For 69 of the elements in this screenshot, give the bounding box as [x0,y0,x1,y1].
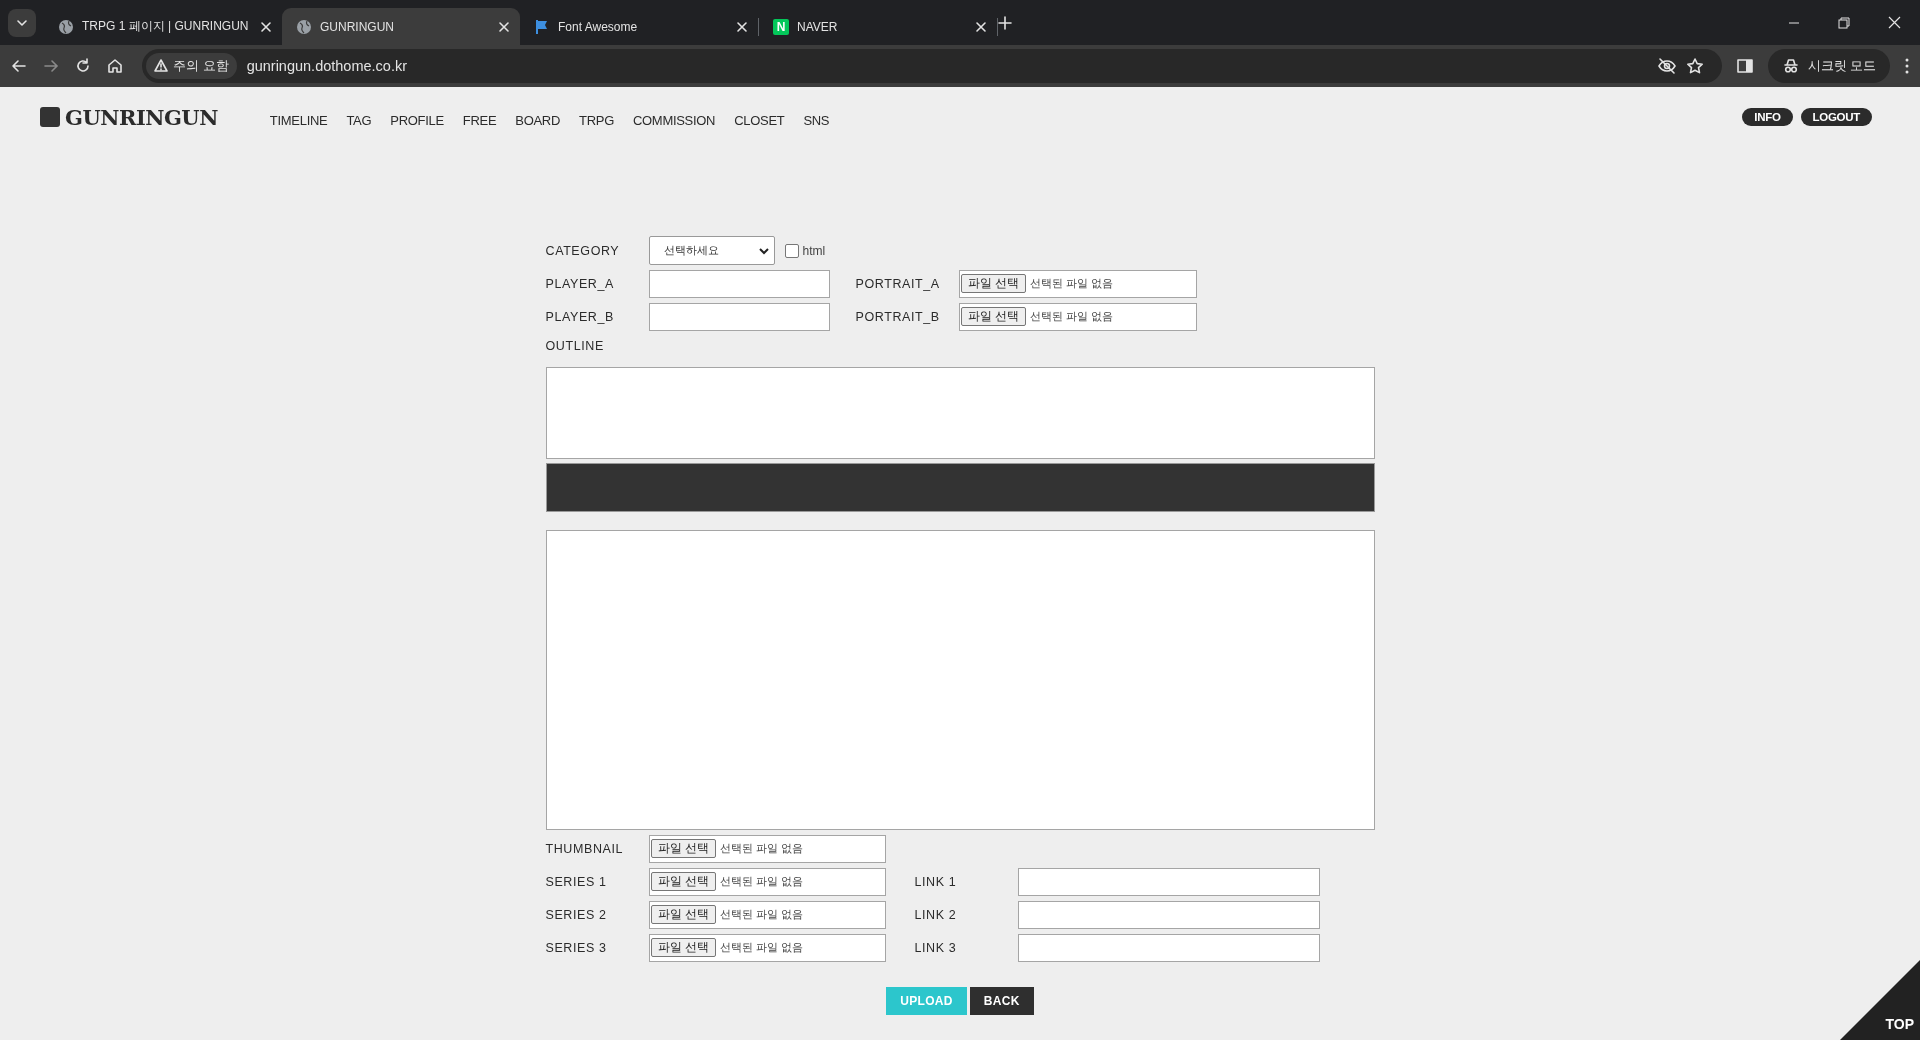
home-icon[interactable] [106,57,124,75]
link-field[interactable] [1017,933,1320,962]
site-logo[interactable]: GUNRINGUN [65,104,218,130]
menu-icon[interactable] [1904,57,1910,75]
address-field[interactable]: gunringun.dothome.co.kr [246,58,1648,74]
nav-link[interactable]: TIMELINE [269,112,328,128]
reload-icon[interactable] [74,57,92,75]
text-field[interactable] [648,269,830,298]
header-button[interactable]: INFO [1742,108,1793,126]
field-label: PLAYER_A [545,276,615,291]
field-label: SERIES 3 [545,940,608,955]
close-icon[interactable] [498,20,510,33]
star-icon[interactable] [1685,57,1704,75]
back-icon[interactable] [10,57,28,75]
browser-tab[interactable]: N NAVER [759,8,997,45]
nav-link[interactable]: PROFILE [390,112,444,128]
html-checkbox[interactable] [784,243,799,258]
field-label: SERIES 2 [545,907,608,922]
close-icon[interactable] [260,20,272,33]
forward-icon[interactable] [42,57,60,75]
category-select[interactable]: 선택하세요 [648,236,775,265]
checkbox-label: html [802,243,826,258]
globe-icon [296,18,312,35]
nav-link[interactable]: CLOSET [734,112,785,128]
field-label: LINK 2 [914,907,958,922]
field-label: OUTLINE [545,339,605,353]
field-label: LINK 3 [914,940,958,955]
security-chip[interactable]: 주의 요함 [146,53,237,79]
nav-link[interactable]: BOARD [515,112,561,128]
nav-link[interactable]: COMMISSION [632,112,716,128]
plus-icon[interactable] [998,15,1012,30]
file-input[interactable]: 파일 선택 선택된 파일 없음 [958,302,1197,331]
field-label: LINK 1 [914,874,958,889]
eye-slash-icon[interactable] [1657,57,1676,75]
field-label: PORTRAIT_B [855,309,941,324]
file-input[interactable]: 파일 선택 선택된 파일 없음 [958,269,1197,298]
incognito-chip[interactable]: 시크릿 모드 [1767,49,1890,83]
nav-link[interactable]: TAG [346,112,372,128]
file-input[interactable]: 파일 선택 선택된 파일 없음 [648,933,886,962]
field-label: CATEGORY [545,243,621,258]
link-field[interactable] [1017,900,1320,929]
tab-search-button[interactable] [8,8,36,37]
field-label: PORTRAIT_A [855,276,941,291]
warning-icon [154,59,168,73]
nav-link[interactable]: TRPG [579,112,614,128]
logo-square-icon [40,107,60,127]
file-input[interactable]: 파일 선택 선택된 파일 없음 [648,867,886,896]
field-label: THUMBNAIL [545,841,625,856]
file-input[interactable]: 파일 선택 선택된 파일 없음 [648,834,886,863]
globe-icon [58,18,74,35]
browser-tab[interactable]: TRPG 1 페이지 | GUNRINGUN [44,8,282,45]
field-label: SERIES 1 [545,874,608,889]
file-input[interactable]: 파일 선택 선택된 파일 없음 [648,900,886,929]
flag-icon [534,18,550,35]
nav-link[interactable]: FREE [462,112,497,128]
field-label: PLAYER_B [545,309,615,324]
close-icon[interactable] [975,20,987,33]
browser-tab[interactable]: Font Awesome [520,8,758,45]
close-icon[interactable] [736,20,748,33]
nav-link[interactable]: SNS [803,112,830,128]
site-logo-icon: N [773,18,789,35]
text-field[interactable] [648,302,830,331]
header-button[interactable]: LOGOUT [1800,108,1872,126]
link-field[interactable] [1017,867,1320,896]
side-panel-icon[interactable] [1735,57,1754,75]
back-to-top-button[interactable]: TOP [1840,960,1920,1040]
browser-tab[interactable]: GUNRINGUN [282,8,520,45]
form-button[interactable]: BACK [969,987,1034,1015]
incognito-icon [1781,57,1800,75]
